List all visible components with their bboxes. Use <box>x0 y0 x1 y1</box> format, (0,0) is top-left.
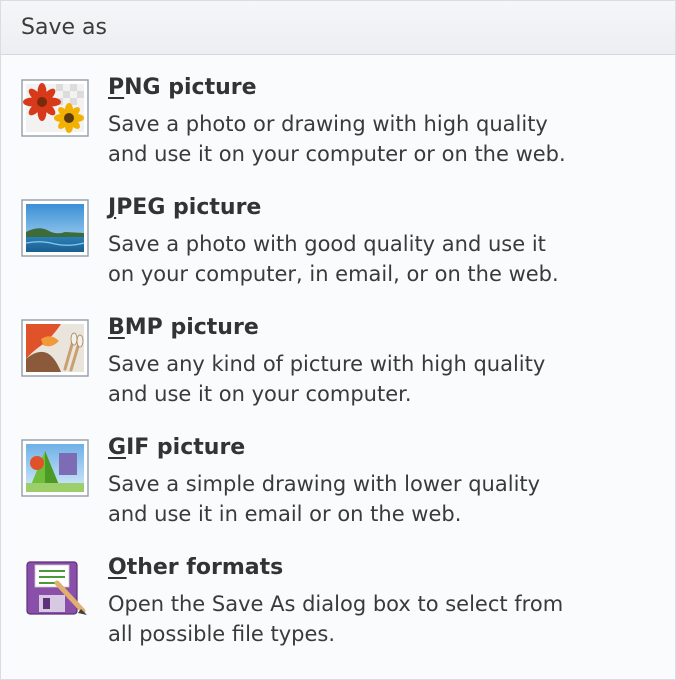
menu-item-title-rest: IF picture <box>126 435 246 460</box>
menu-item-title-rest: NG picture <box>124 75 257 100</box>
menu-item-title-rest: ther formats <box>126 555 284 580</box>
description-line: and use it on your computer or on the we… <box>108 142 566 166</box>
mnemonic-letter: P <box>108 75 125 100</box>
png-picture-icon <box>21 79 89 137</box>
description-line: Open the Save As dialog box to select fr… <box>108 592 564 616</box>
menu-item-gif-picture[interactable]: GIF picture Save a simple drawing with l… <box>1 433 675 545</box>
menu-item-title: PNG picture <box>108 73 257 103</box>
menu-item-description: Save a photo or drawing with high qualit… <box>108 109 658 169</box>
menu-item-other-formats[interactable]: Other formats Open the Save As dialog bo… <box>1 553 675 665</box>
gif-picture-icon <box>21 439 89 497</box>
other-formats-icon <box>26 561 87 615</box>
menu-item-description: Open the Save As dialog box to select fr… <box>108 589 658 649</box>
description-line: and use it on your computer. <box>108 382 412 406</box>
menu-header-title: Save as <box>21 15 107 40</box>
mnemonic-letter: O <box>108 555 127 580</box>
menu-item-description: Save any kind of picture with high quali… <box>108 349 658 409</box>
menu-item-title: JPEG picture <box>108 193 261 223</box>
description-line: Save a photo or drawing with high qualit… <box>108 112 548 136</box>
menu-item-description: Save a simple drawing with lower quality… <box>108 469 658 529</box>
mnemonic-letter: J <box>108 195 117 220</box>
save-as-menu: Save as PNG picture Save a photo or draw… <box>0 0 676 680</box>
jpeg-picture-icon <box>21 199 89 257</box>
bmp-picture-icon <box>21 319 89 377</box>
menu-item-png-picture[interactable]: PNG picture Save a photo or drawing with… <box>1 73 675 185</box>
menu-item-bmp-picture[interactable]: BMP picture Save any kind of picture wit… <box>1 313 675 425</box>
mnemonic-letter: G <box>108 435 127 460</box>
description-line: all possible file types. <box>108 622 336 646</box>
description-line: Save a simple drawing with lower quality <box>108 472 541 496</box>
menu-item-jpeg-picture[interactable]: JPEG picture Save a photo with good qual… <box>1 193 675 305</box>
menu-item-title: GIF picture <box>108 433 245 463</box>
menu-header: Save as <box>1 1 675 55</box>
menu-item-title: BMP picture <box>108 313 259 343</box>
menu-item-title: Other formats <box>108 553 283 583</box>
menu-item-title-rest: PEG picture <box>116 195 262 220</box>
menu-item-description: Save a photo with good quality and use i… <box>108 229 658 289</box>
description-line: Save any kind of picture with high quali… <box>108 352 546 376</box>
mnemonic-letter: B <box>108 315 125 340</box>
menu-item-title-rest: MP picture <box>124 315 259 340</box>
description-line: on your computer, in email, or on the we… <box>108 262 559 286</box>
description-line: and use it in email or on the web. <box>108 502 462 526</box>
description-line: Save a photo with good quality and use i… <box>108 232 546 256</box>
